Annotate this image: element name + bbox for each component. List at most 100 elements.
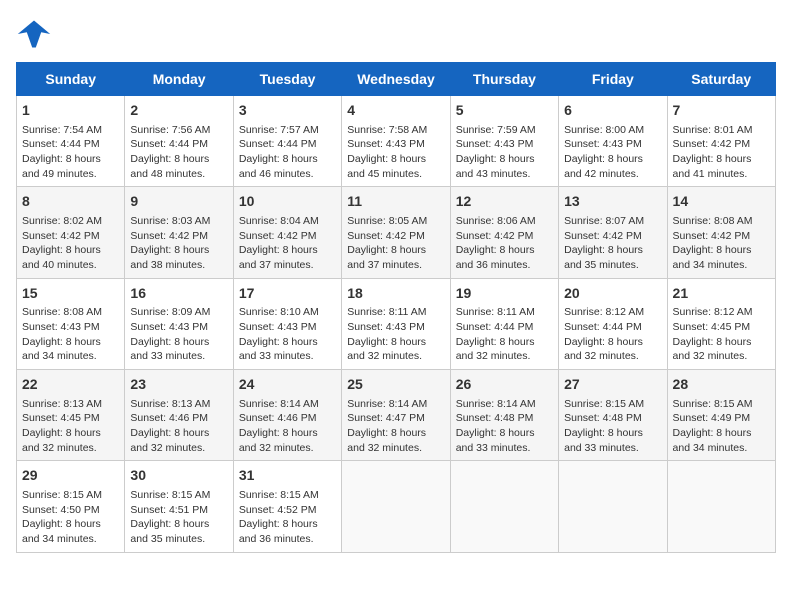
day-info: Sunset: 4:42 PM [347,229,444,244]
day-info: Sunset: 4:45 PM [673,320,770,335]
day-number: 3 [239,101,336,121]
calendar-cell: 11Sunrise: 8:05 AMSunset: 4:42 PMDayligh… [342,187,450,278]
day-info: Daylight: 8 hours [239,243,336,258]
day-info: Sunset: 4:43 PM [456,137,553,152]
day-info: and 32 minutes. [347,441,444,456]
day-info: Sunrise: 8:13 AM [22,397,119,412]
day-info: and 34 minutes. [673,441,770,456]
day-info: Sunrise: 7:58 AM [347,123,444,138]
day-info: Sunset: 4:43 PM [22,320,119,335]
day-number: 18 [347,284,444,304]
day-info: Sunset: 4:51 PM [130,503,227,518]
day-info: Daylight: 8 hours [130,335,227,350]
day-info: Sunset: 4:50 PM [22,503,119,518]
day-info: Sunset: 4:42 PM [673,229,770,244]
day-number: 6 [564,101,661,121]
day-number: 16 [130,284,227,304]
day-info: and 43 minutes. [456,167,553,182]
day-info: and 49 minutes. [22,167,119,182]
day-info: Daylight: 8 hours [673,335,770,350]
day-info: and 32 minutes. [130,441,227,456]
day-info: Daylight: 8 hours [22,335,119,350]
calendar-cell [450,461,558,552]
day-info: Sunset: 4:42 PM [22,229,119,244]
day-info: Sunrise: 8:04 AM [239,214,336,229]
day-info: Sunset: 4:42 PM [564,229,661,244]
day-info: Sunrise: 7:57 AM [239,123,336,138]
calendar-cell: 5Sunrise: 7:59 AMSunset: 4:43 PMDaylight… [450,96,558,187]
day-info: Sunrise: 8:14 AM [456,397,553,412]
day-info: Daylight: 8 hours [22,426,119,441]
day-info: Sunset: 4:44 PM [130,137,227,152]
day-info: Sunrise: 8:03 AM [130,214,227,229]
header [16,16,776,52]
day-info: and 40 minutes. [22,258,119,273]
day-info: Daylight: 8 hours [456,426,553,441]
day-number: 27 [564,375,661,395]
calendar-cell: 30Sunrise: 8:15 AMSunset: 4:51 PMDayligh… [125,461,233,552]
day-number: 13 [564,192,661,212]
calendar-cell: 20Sunrise: 8:12 AMSunset: 4:44 PMDayligh… [559,278,667,369]
day-info: and 33 minutes. [564,441,661,456]
day-info: Sunrise: 8:09 AM [130,305,227,320]
day-info: Daylight: 8 hours [564,335,661,350]
day-info: Sunrise: 7:54 AM [22,123,119,138]
day-info: Sunrise: 8:12 AM [673,305,770,320]
day-info: and 34 minutes. [673,258,770,273]
day-info: Daylight: 8 hours [239,426,336,441]
day-info: Daylight: 8 hours [456,335,553,350]
day-number: 4 [347,101,444,121]
calendar-cell: 15Sunrise: 8:08 AMSunset: 4:43 PMDayligh… [17,278,125,369]
day-number: 10 [239,192,336,212]
day-info: Daylight: 8 hours [347,426,444,441]
calendar-cell: 4Sunrise: 7:58 AMSunset: 4:43 PMDaylight… [342,96,450,187]
calendar-cell: 13Sunrise: 8:07 AMSunset: 4:42 PMDayligh… [559,187,667,278]
day-info: Sunset: 4:42 PM [239,229,336,244]
day-info: and 35 minutes. [564,258,661,273]
day-info: and 42 minutes. [564,167,661,182]
day-number: 28 [673,375,770,395]
day-number: 17 [239,284,336,304]
calendar-cell: 19Sunrise: 8:11 AMSunset: 4:44 PMDayligh… [450,278,558,369]
day-number: 23 [130,375,227,395]
calendar-cell [559,461,667,552]
day-info: and 33 minutes. [239,349,336,364]
calendar-cell: 14Sunrise: 8:08 AMSunset: 4:42 PMDayligh… [667,187,775,278]
day-info: and 37 minutes. [239,258,336,273]
day-info: Sunrise: 8:15 AM [239,488,336,503]
day-number: 1 [22,101,119,121]
day-info: Daylight: 8 hours [673,243,770,258]
calendar-week-row: 1Sunrise: 7:54 AMSunset: 4:44 PMDaylight… [17,96,776,187]
day-info: Sunrise: 8:14 AM [239,397,336,412]
day-info: Sunset: 4:42 PM [456,229,553,244]
day-info: Sunset: 4:43 PM [347,320,444,335]
day-info: Daylight: 8 hours [456,243,553,258]
day-number: 9 [130,192,227,212]
calendar-cell: 26Sunrise: 8:14 AMSunset: 4:48 PMDayligh… [450,370,558,461]
day-info: Sunset: 4:49 PM [673,411,770,426]
day-info: and 36 minutes. [456,258,553,273]
day-info: Sunrise: 8:15 AM [673,397,770,412]
calendar-cell: 6Sunrise: 8:00 AMSunset: 4:43 PMDaylight… [559,96,667,187]
day-info: and 32 minutes. [673,349,770,364]
day-info: Sunrise: 8:01 AM [673,123,770,138]
day-info: and 32 minutes. [456,349,553,364]
day-info: Sunset: 4:44 PM [564,320,661,335]
day-info: and 33 minutes. [130,349,227,364]
day-info: Daylight: 8 hours [239,335,336,350]
day-info: Daylight: 8 hours [673,426,770,441]
day-info: Sunrise: 8:11 AM [347,305,444,320]
day-number: 25 [347,375,444,395]
day-info: Daylight: 8 hours [22,517,119,532]
day-info: Sunset: 4:44 PM [22,137,119,152]
day-info: Daylight: 8 hours [347,152,444,167]
day-info: and 37 minutes. [347,258,444,273]
day-info: and 35 minutes. [130,532,227,547]
day-info: Daylight: 8 hours [130,152,227,167]
calendar-cell: 7Sunrise: 8:01 AMSunset: 4:42 PMDaylight… [667,96,775,187]
day-info: Sunset: 4:46 PM [239,411,336,426]
day-info: Sunrise: 8:06 AM [456,214,553,229]
calendar-week-row: 22Sunrise: 8:13 AMSunset: 4:45 PMDayligh… [17,370,776,461]
day-info: Daylight: 8 hours [673,152,770,167]
calendar-cell: 12Sunrise: 8:06 AMSunset: 4:42 PMDayligh… [450,187,558,278]
